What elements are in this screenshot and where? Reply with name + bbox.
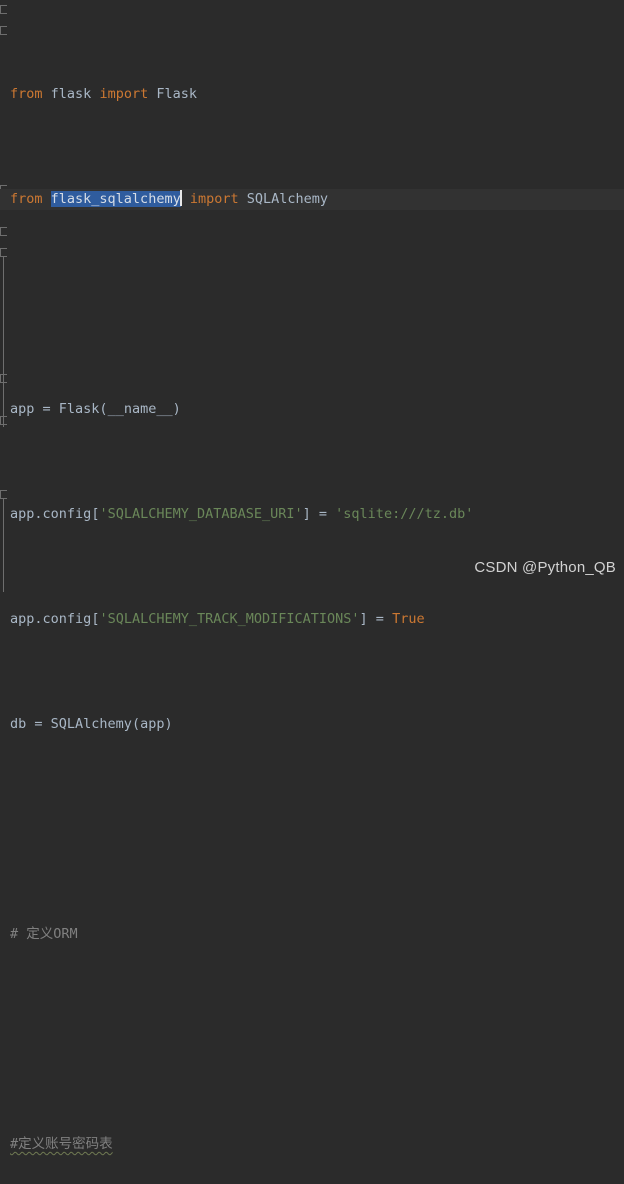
token-keyword-from: from: [10, 86, 43, 102]
code-line-11[interactable]: #定义账号密码表: [0, 1134, 624, 1155]
code-lines[interactable]: from flask import Flask from flask_sqlal…: [0, 0, 624, 1152]
token-attr-config: config: [42, 611, 92, 627]
token-keyword-import: import: [99, 86, 149, 102]
code-line-5[interactable]: app.config['SQLALCHEMY_DATABASE_URI'] = …: [0, 504, 624, 525]
code-line-10[interactable]: [0, 1029, 624, 1050]
code-line-7[interactable]: db = SQLAlchemy(app): [0, 714, 624, 735]
token-var-app: app: [10, 401, 35, 417]
comment-define-orm: # 定义ORM: [10, 926, 78, 942]
token-boolean-true: True: [392, 611, 425, 627]
token-string-track-key: 'SQLALCHEMY_TRACK_MODIFICATIONS': [99, 611, 360, 627]
token-keyword-import: import: [189, 191, 239, 207]
token-string-db-uri-value: 'sqlite:///tz.db': [335, 506, 474, 522]
code-line-9[interactable]: # 定义ORM: [0, 924, 624, 945]
token-var-app: app: [140, 716, 165, 732]
token-dunder-name: __name__: [107, 401, 173, 417]
code-editor[interactable]: from flask import Flask from flask_sqlal…: [0, 0, 624, 1152]
token-class-Flask: Flask: [58, 401, 100, 417]
token-class-Flask: Flask: [156, 86, 197, 102]
token-class-SQLAlchemy: SQLAlchemy: [50, 716, 132, 732]
comment-define-account-table: #定义账号密码表: [10, 1136, 113, 1152]
selected-text[interactable]: flask_sqlalchemy: [50, 191, 181, 207]
token-class-SQLAlchemy: SQLAlchemy: [246, 191, 329, 207]
token-var-db: db: [10, 716, 27, 732]
code-line-8[interactable]: [0, 819, 624, 840]
token-var-app: app: [10, 506, 35, 522]
code-line-6[interactable]: app.config['SQLALCHEMY_TRACK_MODIFICATIO…: [0, 609, 624, 630]
token-module-flask: flask: [50, 86, 92, 102]
token-attr-config: config: [42, 506, 92, 522]
token-string-db-uri-key: 'SQLALCHEMY_DATABASE_URI': [99, 506, 303, 522]
code-line-2[interactable]: from flask_sqlalchemy import SQLAlchemy: [0, 189, 624, 210]
token-var-app: app: [10, 611, 35, 627]
code-line-1[interactable]: from flask import Flask: [0, 84, 624, 105]
token-keyword-from: from: [10, 191, 43, 207]
code-line-3[interactable]: [0, 294, 624, 315]
code-line-4[interactable]: app = Flask(__name__): [0, 399, 624, 420]
